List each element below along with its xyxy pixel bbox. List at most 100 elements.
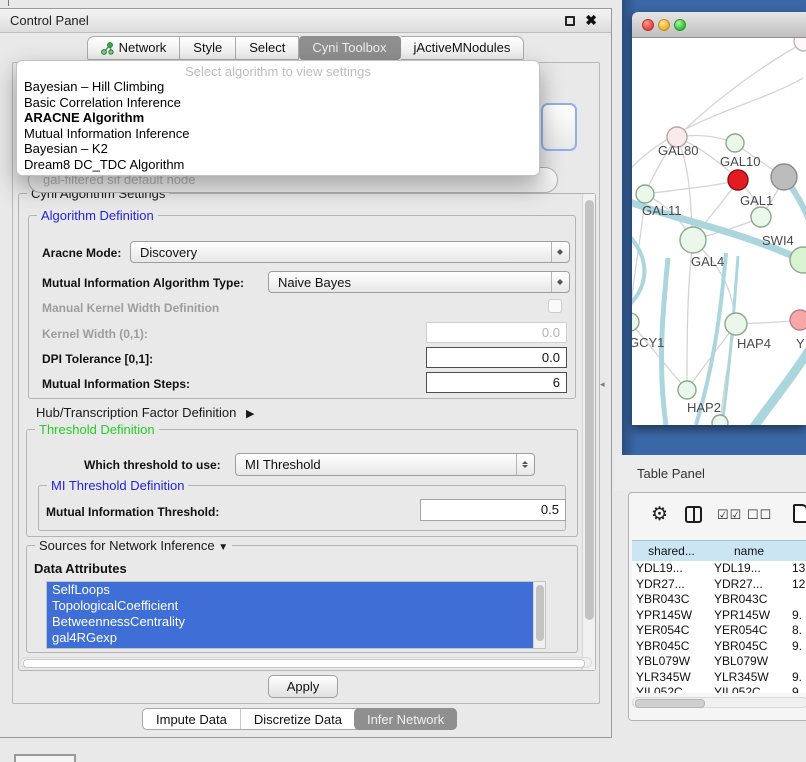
collapsed-arrow-icon[interactable]: ▶: [246, 408, 254, 420]
tab-cyni-toolbox[interactable]: Cyni Toolbox: [299, 36, 400, 60]
algorithm-option-basic-correlation[interactable]: Basic Correlation Inference: [17, 95, 539, 111]
traffic-light-minimize-icon[interactable]: [658, 19, 670, 31]
node-gal1[interactable]: [751, 207, 771, 227]
cell-value: 9.: [792, 608, 806, 624]
network-canvas[interactable]: GAL80 GAL10 GAL1 GAL11 SWI4 GAL4 GCY1 HA…: [632, 38, 806, 425]
close-icon[interactable]: ✖: [585, 12, 597, 29]
cell-name: YPR145W: [714, 608, 786, 624]
column-header-name[interactable]: name: [711, 540, 788, 563]
hub-definition-label: Hub/Transcription Factor Definition: [36, 405, 236, 420]
node-red[interactable]: [728, 170, 748, 190]
tab-infer-network[interactable]: Infer Network: [354, 708, 457, 730]
which-threshold-value: MI Threshold: [245, 457, 516, 472]
tab-discretize-data[interactable]: Discretize Data: [240, 709, 355, 729]
node-gal10[interactable]: [726, 134, 744, 152]
algorithm-option-bayesian-k2[interactable]: Bayesian – K2: [17, 141, 539, 157]
expanded-arrow-icon[interactable]: ▼: [218, 542, 228, 553]
node-gal11[interactable]: [636, 185, 654, 203]
settings-vertical-scrollbar-thumb[interactable]: [585, 200, 594, 620]
attribute-gal4rgexp[interactable]: gal4RGexp: [47, 630, 535, 646]
mi-threshold-definition-title: MI Threshold Definition: [47, 478, 188, 493]
table-horizontal-scrollbar-thumb[interactable]: [635, 699, 705, 708]
cell-shared: YBR043C: [636, 592, 708, 608]
algorithm-option-mutual-information[interactable]: Mutual Information Inference: [17, 126, 539, 142]
node-table: shared... name YDL19... YDL19... 13 YDR2…: [629, 540, 806, 700]
node-partial-bottom[interactable]: [712, 415, 728, 425]
hub-definition-section[interactable]: Hub/Transcription Factor Definition ▶: [36, 405, 254, 420]
deselect-all-checkboxes-icon[interactable]: ☐☐: [747, 507, 772, 523]
table-row[interactable]: YBR043C YBR043C: [632, 592, 806, 608]
traffic-light-zoom-icon[interactable]: [674, 19, 686, 31]
algorithm-option-dream8[interactable]: Dream8 DC_TDC Algorithm: [17, 157, 539, 173]
mi-threshold-label: Mutual Information Threshold:: [46, 505, 219, 519]
minimized-window-fragment: [14, 754, 76, 762]
which-threshold-combo[interactable]: MI Threshold: [235, 453, 535, 476]
node-swi4[interactable]: [790, 247, 806, 273]
tab-network[interactable]: Network: [87, 36, 181, 60]
settings-vertical-scrollbar[interactable]: [582, 194, 595, 670]
float-window-icon[interactable]: [565, 16, 575, 26]
node-pink-right[interactable]: [790, 310, 806, 330]
mi-threshold-input[interactable]: 0.5: [420, 499, 566, 521]
table-row[interactable]: YDR27... YDR27... 12: [632, 577, 806, 593]
cell-name: YDL19...: [714, 561, 786, 577]
splitpane-arrow-icon[interactable]: ◂: [600, 379, 605, 390]
kernel-width-label: Kernel Width (0,1):: [42, 327, 148, 341]
algorithm-option-bayesian-hill-climbing[interactable]: Bayesian – Hill Climbing: [17, 79, 539, 95]
apply-button[interactable]: Apply: [268, 675, 338, 698]
table-row[interactable]: YBR045C YBR045C 9.: [632, 639, 806, 655]
table-row[interactable]: YPR145W YPR145W 9.: [632, 608, 806, 624]
columns-icon[interactable]: [685, 506, 702, 523]
kernel-width-input[interactable]: 0.0: [426, 322, 567, 343]
tab-network-label: Network: [119, 37, 167, 59]
node-partial-top[interactable]: [794, 38, 806, 51]
node-gray[interactable]: [771, 164, 797, 190]
node-label-hap2: HAP2: [687, 400, 721, 415]
mi-steps-input[interactable]: 6: [426, 372, 567, 393]
tab-select-label: Select: [249, 37, 285, 59]
manual-kernel-checkbox[interactable]: [548, 299, 562, 313]
select-all-checkboxes-icon[interactable]: ☑☑: [717, 507, 742, 523]
dpi-tolerance-input[interactable]: 0.0: [426, 347, 567, 368]
table-row[interactable]: YIL052C YIL052C 9: [632, 685, 806, 693]
algorithm-popup-prompt: Select algorithm to view settings: [17, 64, 539, 79]
table-row[interactable]: YLR345W YLR345W 9.: [632, 670, 806, 686]
attribute-topologicalcoefficient[interactable]: TopologicalCoefficient: [47, 598, 535, 614]
bottom-tabbar: Impute Data Discretize Data Infer Networ…: [142, 708, 457, 730]
tab-impute-data[interactable]: Impute Data: [143, 709, 240, 729]
settings-horizontal-scrollbar-thumb[interactable]: [23, 659, 585, 668]
node-gal4[interactable]: [680, 227, 706, 253]
tab-select[interactable]: Select: [236, 36, 299, 60]
gear-icon[interactable]: ⚙: [651, 503, 668, 526]
network-window[interactable]: GAL80 GAL10 GAL1 GAL11 SWI4 GAL4 GCY1 HA…: [632, 12, 806, 425]
aracne-mode-combo[interactable]: Discovery: [130, 241, 570, 263]
node-hap2[interactable]: [678, 381, 696, 399]
mi-steps-label: Mutual Information Steps:: [42, 377, 190, 391]
tab-style[interactable]: Style: [180, 36, 236, 60]
table-row[interactable]: YER054C YER054C 8.: [632, 623, 806, 639]
cell-shared: YDR27...: [636, 577, 708, 593]
data-attributes-list[interactable]: SelfLoops TopologicalCoefficient Between…: [46, 581, 546, 649]
node-gcy1[interactable]: [632, 313, 639, 331]
tab-jactivemnodules[interactable]: jActiveMNodules: [401, 36, 525, 60]
sources-title[interactable]: Sources for Network Inference ▼: [35, 538, 232, 553]
document-icon[interactable]: [793, 504, 806, 523]
mi-type-combo[interactable]: Naive Bayes: [268, 271, 570, 293]
table-horizontal-scrollbar[interactable]: [632, 697, 806, 708]
column-header-shared-name[interactable]: shared...: [632, 540, 712, 563]
table-row[interactable]: YDL19... YDL19... 13: [632, 561, 806, 577]
cell-name: YBR045C: [714, 639, 786, 655]
combo-stepper-icon: [516, 454, 534, 475]
settings-horizontal-scrollbar[interactable]: [20, 657, 592, 668]
table-row[interactable]: YBL079W YBL079W: [632, 654, 806, 670]
traffic-light-close-icon[interactable]: [642, 19, 654, 31]
control-panel-titlebar[interactable]: Control Panel ✖: [0, 9, 611, 33]
network-window-titlebar[interactable]: [632, 12, 806, 38]
attributes-scrollbar-thumb[interactable]: [536, 585, 544, 641]
attributes-scrollbar[interactable]: [533, 582, 545, 648]
column-header-partial[interactable]: [787, 540, 806, 563]
attribute-selfloops[interactable]: SelfLoops: [47, 582, 535, 598]
algorithm-option-aracne[interactable]: ARACNE Algorithm: [17, 110, 539, 126]
attribute-betweennesscentrality[interactable]: BetweennessCentrality: [47, 614, 535, 630]
node-hap4[interactable]: [725, 313, 747, 335]
